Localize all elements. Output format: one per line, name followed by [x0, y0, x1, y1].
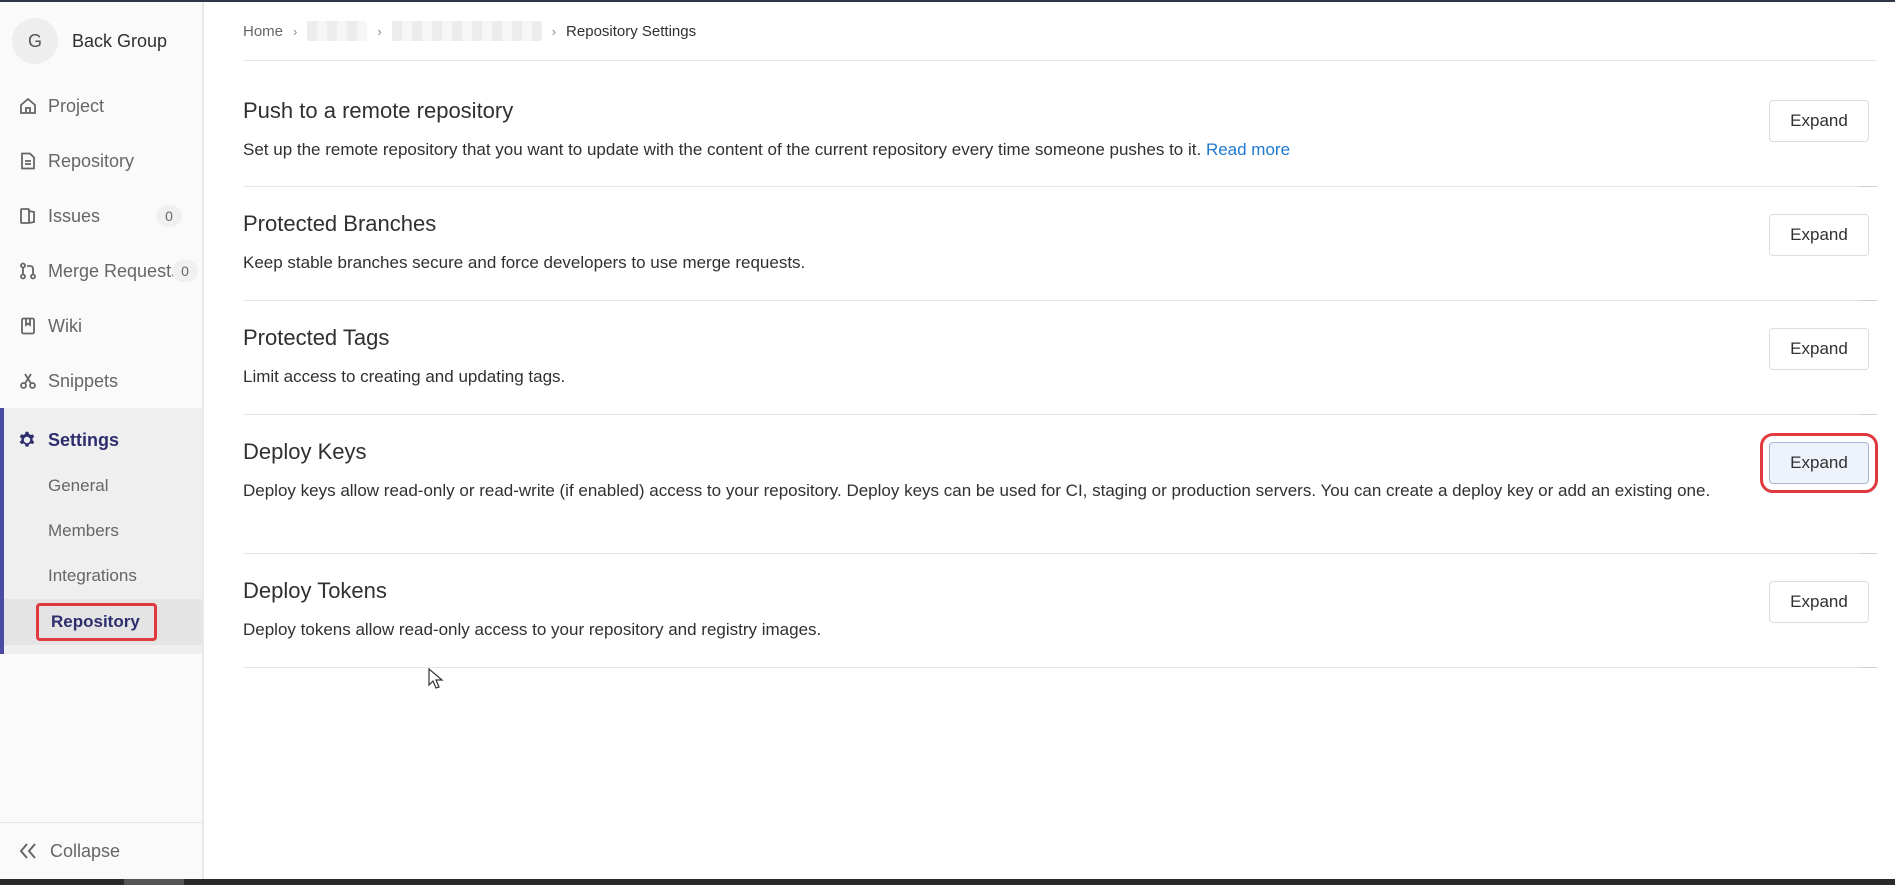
- sidebar-item-label: Wiki: [48, 315, 82, 336]
- settings-section-protected-tags: Protected Tags Limit access to creating …: [243, 301, 1877, 415]
- section-description: Set up the remote repository that you wa…: [243, 137, 1713, 162]
- expand-deploy-tokens-button[interactable]: Expand: [1769, 581, 1869, 623]
- section-description-text: Set up the remote repository that you wa…: [243, 140, 1202, 159]
- settings-section-deploy-tokens: Deploy Tokens Deploy tokens allow read-o…: [243, 554, 1877, 668]
- merge-request-icon: [18, 261, 38, 281]
- expand-protected-branches-button[interactable]: Expand: [1769, 214, 1869, 256]
- avatar: G: [12, 18, 58, 64]
- sidebar-item-label: Repository: [48, 150, 135, 171]
- breadcrumb-group-redacted[interactable]: [307, 21, 368, 41]
- expand-push-mirror-button[interactable]: Expand: [1769, 100, 1869, 142]
- taskbar-strip: [0, 879, 1895, 885]
- section-description: Deploy keys allow read-only or read-writ…: [243, 481, 1711, 500]
- breadcrumb-project-redacted[interactable]: [391, 21, 542, 41]
- sidebar-item-repository[interactable]: Repository: [0, 139, 202, 183]
- double-chevron-left-icon: [18, 842, 40, 860]
- section-description: Keep stable branches secure and force de…: [243, 253, 806, 272]
- section-title: Protected Branches: [243, 211, 437, 236]
- settings-subitem-repository[interactable]: Repository: [4, 599, 202, 645]
- collapse-sidebar-button[interactable]: Collapse: [0, 822, 202, 879]
- group-name: Back Group: [72, 30, 168, 51]
- settings-label: Settings: [48, 429, 120, 450]
- sidebar-item-label: Merge Requests: [48, 260, 181, 281]
- settings-subitem-members[interactable]: Members: [48, 516, 119, 546]
- sidebar-item-label: Snippets: [48, 370, 119, 391]
- taskbar-segment: [124, 879, 184, 885]
- top-border: [0, 0, 1895, 2]
- issues-count-badge: 0: [156, 205, 182, 227]
- section-description: Limit access to creating and updating ta…: [243, 367, 566, 386]
- section-divider-tick: [1859, 667, 1877, 668]
- expand-deploy-keys-button[interactable]: Expand: [1760, 433, 1878, 493]
- home-icon: [18, 96, 38, 116]
- expand-protected-tags-button[interactable]: Expand: [1769, 328, 1869, 370]
- sidebar-item-label: Project: [48, 95, 105, 116]
- sidebar: G Back Group Project Repository Issues 0…: [0, 2, 204, 879]
- breadcrumb: Home › › › Repository Settings: [243, 20, 696, 42]
- mouse-cursor-icon: [428, 668, 444, 689]
- collapse-label: Collapse: [50, 840, 121, 861]
- chevron-right-icon: ›: [377, 23, 382, 39]
- book-icon: [18, 316, 38, 336]
- settings-subitem-general[interactable]: General: [48, 471, 108, 501]
- sidebar-item-snippets[interactable]: Snippets: [0, 359, 202, 403]
- section-title: Deploy Keys: [243, 439, 367, 464]
- settings-section-push-mirror: Push to a remote repository Set up the r…: [243, 61, 1877, 187]
- sidebar-item-settings[interactable]: Settings: [18, 418, 119, 462]
- section-title: Deploy Tokens: [243, 578, 387, 603]
- settings-subitem-repository-label: Repository: [36, 603, 157, 641]
- sidebar-item-wiki[interactable]: Wiki: [0, 304, 202, 348]
- section-title: Protected Tags: [243, 325, 390, 350]
- issues-icon: [18, 206, 38, 226]
- settings-section-protected-branches: Protected Branches Keep stable branches …: [243, 187, 1877, 301]
- settings-subitem-integrations[interactable]: Integrations: [48, 561, 137, 591]
- read-more-link[interactable]: Read more: [1206, 140, 1290, 159]
- chevron-right-icon: ›: [551, 23, 557, 39]
- scissors-icon: [18, 371, 38, 391]
- sidebar-item-merge-requests[interactable]: Merge Requests 0: [0, 249, 202, 293]
- breadcrumb-home[interactable]: Home: [243, 23, 283, 40]
- sidebar-item-project[interactable]: Project: [0, 84, 202, 128]
- sidebar-item-issues[interactable]: Issues 0: [0, 194, 202, 238]
- document-icon: [18, 151, 38, 171]
- merge-requests-count-badge: 0: [172, 260, 198, 282]
- chevron-right-icon: ›: [293, 23, 298, 39]
- settings-section: Settings General Members Integrations Re…: [0, 408, 202, 654]
- breadcrumb-current: Repository Settings: [566, 22, 697, 40]
- sidebar-item-label: Issues: [48, 205, 101, 226]
- section-title: Push to a remote repository: [243, 98, 514, 123]
- settings-section-deploy-keys: Deploy Keys Deploy keys allow read-only …: [243, 415, 1878, 554]
- section-description: Deploy tokens allow read-only access to …: [243, 620, 822, 639]
- group-header[interactable]: G Back Group: [12, 16, 192, 66]
- gear-icon: [18, 431, 38, 449]
